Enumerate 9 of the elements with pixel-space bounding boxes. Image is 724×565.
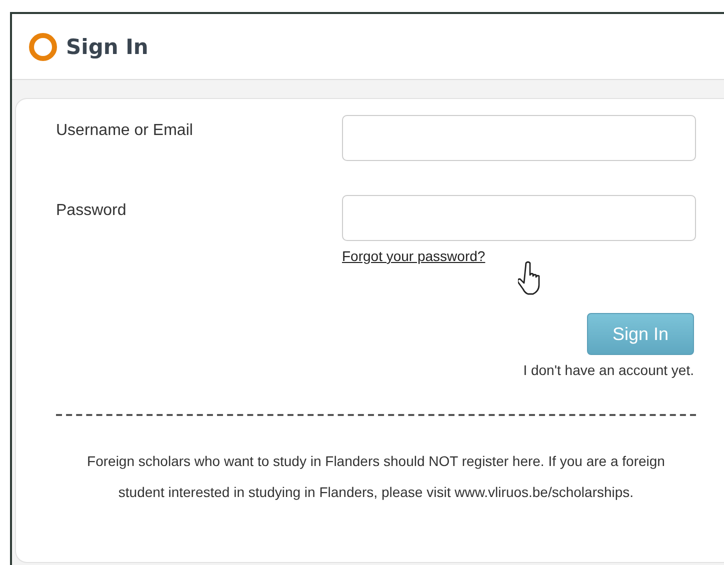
page-title: Sign In [66,34,148,58]
ring-icon [28,32,58,62]
register-link[interactable]: I don't have an account yet. [523,362,694,378]
forgot-password-link[interactable]: Forgot your password? [342,248,486,264]
input-field[interactable] [342,115,696,161]
field-label: Username or Email [56,121,194,140]
field-label: Password [56,201,128,220]
input-field[interactable] [342,195,696,241]
notice-text: Foreign scholars who want to study in Flanders should NOT register here. If you are a foreign student interested in studying in Flanders, please visit www.vliruos.be/scholarships. [86,452,666,502]
